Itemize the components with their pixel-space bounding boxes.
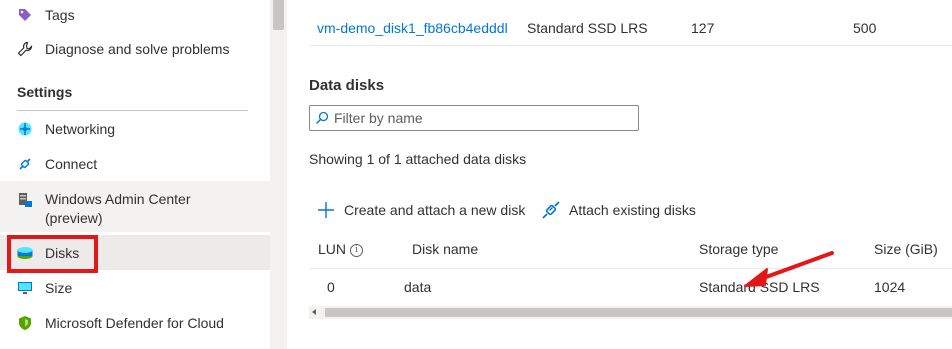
row-lun: 0 bbox=[327, 279, 335, 295]
sidebar-item-diagnose[interactable]: Diagnose and solve problems bbox=[0, 36, 270, 62]
info-icon[interactable]: i bbox=[350, 243, 364, 257]
data-disk-name-link[interactable]: data bbox=[404, 279, 431, 295]
create-attach-disk-label: Create and attach a new disk bbox=[344, 202, 526, 218]
connect-icon bbox=[16, 155, 34, 173]
sidebar-item-tags[interactable]: Tags bbox=[0, 2, 270, 28]
column-header-disk-name[interactable]: Disk name bbox=[412, 241, 478, 257]
sidebar-item-label: Size bbox=[45, 280, 73, 296]
wrench-icon bbox=[16, 40, 34, 58]
os-disk-row: vm-demo_disk1_fb86cb4edddl Standard SSD … bbox=[309, 6, 952, 46]
disks-highlight-box bbox=[7, 235, 98, 273]
sidebar-item-defender[interactable]: Microsoft Defender for Cloud bbox=[0, 310, 270, 336]
monitor-icon bbox=[16, 279, 34, 297]
sidebar-scrollbar-thumb[interactable] bbox=[273, 0, 284, 30]
red-arrow-annotation-icon bbox=[744, 251, 834, 287]
sidebar-item-label-line2: (preview) bbox=[45, 210, 103, 226]
os-disk-name-link[interactable]: vm-demo_disk1_fb86cb4edddl bbox=[317, 20, 508, 36]
table-header-divider bbox=[309, 268, 952, 269]
filter-box[interactable] bbox=[309, 105, 639, 131]
sidebar-item-label: Diagnose and solve problems bbox=[45, 41, 230, 57]
sidebar-item-networking[interactable]: Networking bbox=[0, 116, 270, 142]
filter-input[interactable] bbox=[334, 108, 634, 128]
sidebar-item-connect[interactable]: Connect bbox=[0, 151, 270, 177]
sidebar-item-windows-admin-center[interactable]: Windows Admin Center (preview) bbox=[0, 181, 270, 232]
data-disks-title: Data disks bbox=[309, 77, 385, 94]
table-horizontal-scrollbar[interactable] bbox=[309, 306, 952, 319]
os-disk-storage-type: Standard SSD LRS bbox=[527, 20, 648, 36]
main-content: vm-demo_disk1_fb86cb4edddl Standard SSD … bbox=[287, 0, 952, 349]
sidebar-nav: Tags Diagnose and solve problems Setting… bbox=[0, 0, 270, 349]
tag-icon bbox=[16, 6, 34, 24]
showing-count-text: Showing 1 of 1 attached data disks bbox=[309, 151, 527, 167]
settings-section-title: Settings bbox=[17, 84, 73, 100]
sidebar-item-label: Networking bbox=[45, 121, 116, 137]
sidebar-scrollbar[interactable] bbox=[270, 0, 287, 349]
sidebar-item-label: Connect bbox=[45, 156, 98, 172]
plus-icon bbox=[316, 200, 336, 220]
row-size: 1024 bbox=[874, 279, 906, 295]
column-header-lun[interactable]: LUN i bbox=[318, 241, 364, 257]
os-disk-size: 127 bbox=[691, 20, 715, 36]
scroll-left-arrow-icon[interactable] bbox=[312, 309, 316, 315]
attach-icon bbox=[541, 200, 561, 220]
table-scrollbar-thumb[interactable] bbox=[325, 308, 952, 317]
attach-existing-disks-label: Attach existing disks bbox=[569, 202, 696, 218]
section-divider bbox=[17, 110, 248, 111]
attach-existing-disks-button[interactable]: Attach existing disks bbox=[541, 200, 696, 220]
sidebar-item-label: Tags bbox=[45, 7, 75, 23]
shield-icon bbox=[16, 314, 34, 332]
create-attach-disk-button[interactable]: Create and attach a new disk bbox=[316, 200, 525, 220]
column-header-lun-label: LUN bbox=[318, 241, 347, 257]
sidebar-item-label: Microsoft Defender for Cloud bbox=[45, 315, 224, 331]
column-header-size[interactable]: Size (GiB) bbox=[874, 241, 938, 257]
os-disk-iops: 500 bbox=[853, 20, 877, 36]
windows-admin-center-icon bbox=[16, 191, 34, 209]
sidebar-item-size[interactable]: Size bbox=[0, 275, 270, 301]
sidebar-item-label: Windows Admin Center bbox=[45, 191, 191, 207]
search-icon bbox=[315, 111, 329, 125]
networking-icon bbox=[16, 120, 34, 138]
